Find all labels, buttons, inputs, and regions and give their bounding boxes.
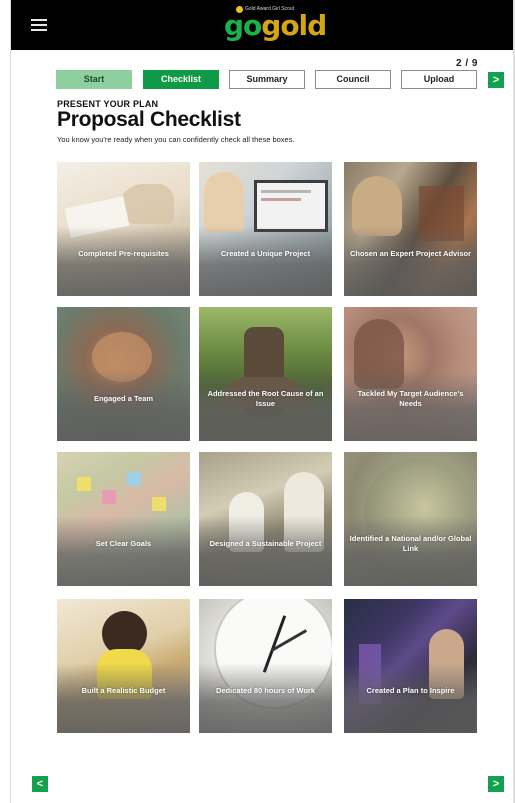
prev-page-chevron-left-icon[interactable]: < bbox=[32, 776, 48, 792]
checklist-card-plan-inspire[interactable]: Created a Plan to Inspire bbox=[344, 599, 477, 733]
card-label: Created a Unique Project bbox=[220, 249, 311, 258]
step-checklist[interactable]: Checklist bbox=[143, 70, 219, 89]
left-rail bbox=[0, 0, 11, 803]
checklist-card-unique-project[interactable]: Created a Unique Project bbox=[199, 162, 332, 296]
page-title: Proposal Checklist bbox=[57, 108, 241, 131]
card-label: Identified a National and/or Global Link bbox=[349, 534, 472, 553]
checklist-card-global-link[interactable]: Identified a National and/or Global Link bbox=[344, 452, 477, 586]
card-label: Set Clear Goals bbox=[95, 539, 152, 548]
card-label: Engaged a Team bbox=[93, 394, 154, 403]
checklist-card-target-audience[interactable]: Tackled My Target Audience's Needs bbox=[344, 307, 477, 441]
logo-wordmark: gogold bbox=[224, 9, 327, 42]
step-upload[interactable]: Upload bbox=[401, 70, 477, 89]
checklist-card-clear-goals[interactable]: Set Clear Goals bbox=[57, 452, 190, 586]
step-summary[interactable]: Summary bbox=[229, 70, 305, 89]
page-subtitle: You know you're ready when you can confi… bbox=[57, 135, 295, 144]
card-label: Built a Realistic Budget bbox=[81, 686, 166, 695]
card-label: Tackled My Target Audience's Needs bbox=[357, 389, 464, 408]
top-bar: Gold Award Girl Scout gogold bbox=[11, 0, 513, 50]
checklist-card-prerequisites[interactable]: Completed Pre-requisites bbox=[57, 162, 190, 296]
card-label: Chosen an Expert Project Advisor bbox=[349, 249, 471, 258]
card-label: Designed a Sustainable Project bbox=[209, 539, 322, 548]
checklist-card-engaged-team[interactable]: Engaged a Team bbox=[57, 307, 190, 441]
checklist-card-80-hours[interactable]: Dedicated 80 hours of Work bbox=[199, 599, 332, 733]
hamburger-menu-icon[interactable] bbox=[31, 19, 47, 31]
checklist-card-sustainable-project[interactable]: Designed a Sustainable Project bbox=[199, 452, 332, 586]
gogold-logo[interactable]: Gold Award Girl Scout gogold bbox=[224, 5, 327, 45]
checklist-card-realistic-budget[interactable]: Built a Realistic Budget bbox=[57, 599, 190, 733]
card-label: Created a Plan to Inspire bbox=[366, 686, 455, 695]
next-step-chevron-right-icon[interactable]: > bbox=[488, 72, 504, 88]
card-label: Addressed the Root Cause of an Issue bbox=[207, 389, 324, 408]
step-start[interactable]: Start bbox=[56, 70, 132, 89]
page-counter: 2 / 9 bbox=[456, 58, 478, 69]
checklist-grid: Completed Pre-requisites Created a Uniqu… bbox=[57, 162, 478, 734]
checklist-card-root-cause[interactable]: Addressed the Root Cause of an Issue bbox=[199, 307, 332, 441]
next-page-chevron-right-icon[interactable]: > bbox=[488, 776, 504, 792]
card-label: Dedicated 80 hours of Work bbox=[215, 686, 316, 695]
step-council[interactable]: Council bbox=[315, 70, 391, 89]
checklist-card-project-advisor[interactable]: Chosen an Expert Project Advisor bbox=[344, 162, 477, 296]
card-label: Completed Pre-requisites bbox=[78, 249, 169, 258]
